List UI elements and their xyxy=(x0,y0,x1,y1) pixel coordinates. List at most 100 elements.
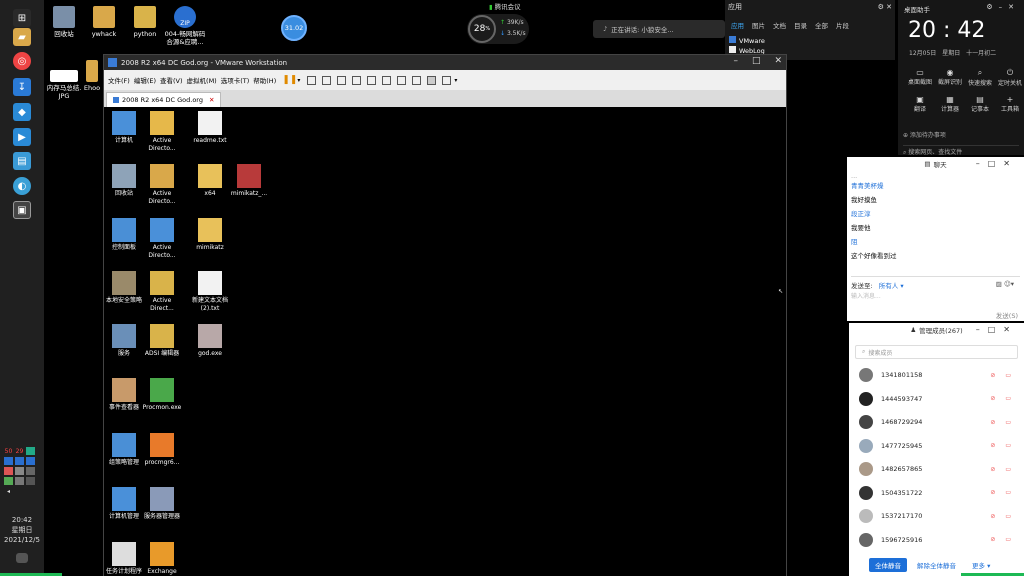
menu-view[interactable]: 查看(V) xyxy=(158,75,185,85)
guest-desktop-icon[interactable]: 回收站 xyxy=(104,164,144,198)
tool-note[interactable]: ▤ 记事本 xyxy=(966,95,994,113)
muted-mic-icon[interactable]: ⊘ ▭ xyxy=(990,419,1015,426)
guest-desktop-icon[interactable]: 本地安全策略 xyxy=(104,271,144,305)
chat-input[interactable]: 输入消息... xyxy=(851,291,881,300)
tray-app-icon[interactable] xyxy=(26,457,35,465)
guest-desktop-icon[interactable]: 组策略管理 xyxy=(104,433,144,467)
guest-desktop-icon[interactable]: Active Directo... xyxy=(142,218,182,259)
tool-eye[interactable]: ◉ 截屏识别 xyxy=(936,68,964,86)
network-speed-widget[interactable]: 28% ↑ 39K/s ↓ 3.5K/s xyxy=(467,14,529,44)
muted-mic-icon[interactable]: ⊘ ▭ xyxy=(990,442,1015,449)
tool-search[interactable]: ⌕ 快速搜索 xyxy=(966,68,994,87)
tab-images[interactable]: 图片 xyxy=(752,20,765,30)
tab-docs[interactable]: 文档 xyxy=(773,20,786,30)
send-ctrl-alt-del-icon[interactable] xyxy=(307,75,317,85)
send-to-select[interactable]: 所有人 ▾ xyxy=(879,282,904,290)
tool-translate[interactable]: ▣ 翻译 xyxy=(906,95,934,113)
tray-mic-icon[interactable] xyxy=(15,467,24,475)
snapshot-manager-icon[interactable] xyxy=(352,75,362,85)
menu-file[interactable]: 文件(F) xyxy=(106,75,132,85)
unmute-all-button[interactable]: 解除全体静音 xyxy=(917,560,956,570)
files-icon[interactable]: ▤ xyxy=(13,152,31,170)
taskbar-clock[interactable]: 20:42 星期日 2021/12/5 xyxy=(2,515,42,545)
member-search-input[interactable]: ⌕ 搜索成员 xyxy=(855,345,1018,359)
notification-icon[interactable] xyxy=(16,553,28,563)
guest-desktop-icon[interactable]: 计算机 xyxy=(104,111,144,145)
windows-icon[interactable]: ⊞ xyxy=(13,9,31,27)
speaker-icon[interactable]: ◂ xyxy=(4,487,13,495)
guest-desktop-icon[interactable]: 新建文本文档 (2).txt xyxy=(190,271,230,312)
member-row[interactable]: 1504351722 ⊘ ▭ xyxy=(859,483,1019,503)
tab-all[interactable]: 全部 xyxy=(815,20,828,30)
guest-desktop-icon[interactable]: Active Directo... xyxy=(142,164,182,205)
tab-folders[interactable]: 目录 xyxy=(794,20,807,30)
muted-mic-icon[interactable]: ⊘ ▭ xyxy=(990,536,1015,543)
member-row[interactable]: 1537217170 ⊘ ▭ xyxy=(859,506,1019,526)
mute-all-button[interactable]: 全体静音 xyxy=(869,558,907,572)
image-icon[interactable]: ▨ ☺▾ xyxy=(996,280,1014,288)
shield-icon[interactable]: ◆ xyxy=(13,103,31,121)
member-row[interactable]: 1482657865 ⊘ ▭ xyxy=(859,459,1019,479)
guest-desktop[interactable]: 计算机 Active Directo... readme.txt 回收站 Active … xyxy=(104,108,786,576)
guest-desktop-icon[interactable]: Exchange xyxy=(142,542,182,576)
menu-tabs[interactable]: 选项卡(T) xyxy=(219,75,252,85)
guest-desktop-icon[interactable]: mimikatz_... xyxy=(229,164,269,198)
tool-add[interactable]: + 工具箱 xyxy=(996,95,1024,113)
guest-desktop-icon[interactable]: mimikatz xyxy=(190,218,230,252)
desktop-icon-recycle-bin[interactable]: 回收站 xyxy=(42,6,86,38)
guest-desktop-icon[interactable]: ADSI 编辑器 xyxy=(142,324,182,358)
guest-desktop-icon[interactable]: Active Direct... xyxy=(142,271,182,312)
member-row[interactable]: 1596725916 ⊘ ▭ xyxy=(859,530,1019,550)
revert-snapshot-icon[interactable] xyxy=(337,75,347,85)
meeting-icon[interactable]: ▶ xyxy=(13,128,31,146)
tray-app-icon[interactable] xyxy=(26,467,35,475)
member-row[interactable]: 1444593747 ⊘ ▭ xyxy=(859,389,1019,409)
thumbnail-icon[interactable] xyxy=(382,75,392,85)
chat-titlebar[interactable]: ▤ 聊天 –□✕ xyxy=(847,157,1024,171)
muted-mic-icon[interactable]: ⊘ ▭ xyxy=(990,372,1015,379)
desktop-icon-zip[interactable]: ZIP 004-畅网解码 合源&应聘... xyxy=(163,6,207,46)
muted-mic-icon[interactable]: ⊘ ▭ xyxy=(990,489,1015,496)
floating-bubble[interactable]: 31.02 xyxy=(281,15,307,41)
guest-desktop-icon[interactable]: procmgr6... xyxy=(142,433,182,467)
member-row[interactable]: 1341801158 ⊘ ▭ xyxy=(859,365,1019,385)
add-todo[interactable]: ⊕ 添加待办事项 xyxy=(903,130,946,139)
muted-mic-icon[interactable]: ⊘ ▭ xyxy=(990,395,1015,402)
tool-calc[interactable]: ▦ 计算器 xyxy=(936,95,964,113)
tool-screenshot[interactable]: ▭ 桌面截图 xyxy=(906,68,934,86)
unity-icon[interactable] xyxy=(412,75,422,85)
tray-app-icon[interactable] xyxy=(4,457,13,465)
vm-tab[interactable]: 2008 R2 x64 DC God.org ✕ xyxy=(106,92,222,107)
meeting-indicator[interactable]: ▮ 腾讯会议 xyxy=(489,1,521,11)
tray-app-icon[interactable] xyxy=(15,457,24,465)
tab-apps[interactable]: 应用 xyxy=(731,20,744,30)
maximize-icon[interactable]: □ xyxy=(752,56,761,66)
guest-desktop-icon[interactable]: 事件查看器 xyxy=(104,378,144,412)
tab-clips[interactable]: 片段 xyxy=(836,20,849,30)
guest-desktop-icon[interactable]: readme.txt xyxy=(190,111,230,145)
guest-desktop-icon[interactable]: 服务 xyxy=(104,324,144,358)
tray-shield-icon[interactable] xyxy=(26,447,35,455)
guest-desktop-icon[interactable]: Procmon.exe xyxy=(142,378,182,412)
chevron-down-icon[interactable]: ▾ xyxy=(297,77,300,84)
close-icon[interactable]: ✕ xyxy=(209,96,214,104)
library-icon[interactable] xyxy=(367,75,377,85)
tray-app-icon[interactable] xyxy=(4,467,13,475)
menu-edit[interactable]: 编辑(E) xyxy=(132,75,158,85)
guest-desktop-icon[interactable]: 控制面板 xyxy=(104,218,144,252)
remote-icon[interactable]: ◐ xyxy=(13,177,31,195)
guest-desktop-icon[interactable]: Active Directo... xyxy=(142,111,182,152)
panel-controls[interactable]: ⚙–✕ xyxy=(986,3,1020,11)
chrome-icon[interactable]: ◎ xyxy=(13,52,31,70)
tray-app-icon[interactable] xyxy=(26,477,35,485)
vmware-icon[interactable]: ▣ xyxy=(13,201,31,219)
muted-mic-icon[interactable]: ⊘ ▭ xyxy=(990,513,1015,520)
panel-controls[interactable]: ⚙ ✕ xyxy=(878,3,892,11)
more-button[interactable]: 更多 ▾ xyxy=(972,560,990,570)
stretch-icon[interactable] xyxy=(442,75,452,85)
send-button[interactable]: 发送(S) xyxy=(996,310,1018,320)
desktop-icon-ehoo[interactable]: Ehoo xyxy=(80,60,104,92)
menu-help[interactable]: 帮助(H) xyxy=(251,75,278,85)
chevron-down-icon[interactable]: ▾ xyxy=(454,77,457,84)
close-icon[interactable]: ✕ xyxy=(774,56,782,66)
